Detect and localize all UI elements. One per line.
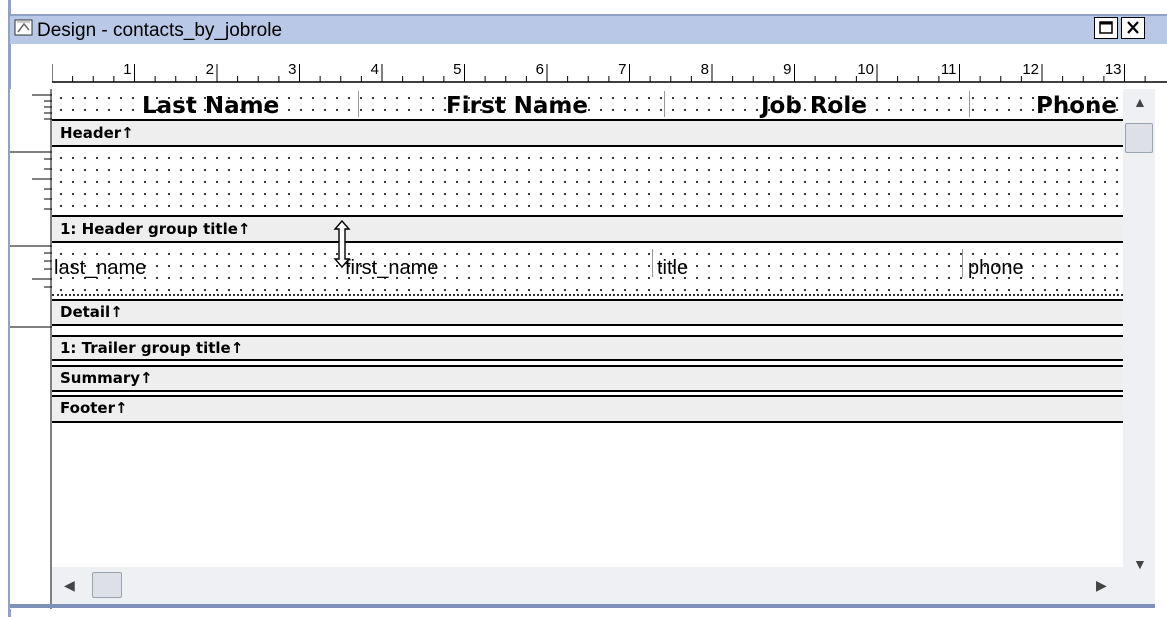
field-last-name[interactable]: last_name (54, 257, 146, 280)
vertical-ruler (10, 89, 52, 609)
ruler-number: 12 (1022, 61, 1039, 78)
detail-band-bar[interactable]: Detail↑ (52, 299, 1123, 326)
footer-band-bar[interactable]: Footer↑ (52, 395, 1123, 423)
field-title[interactable]: title (657, 257, 688, 280)
heading-phone[interactable]: Phone (1036, 93, 1117, 119)
vertical-scrollbar[interactable]: ▲ ▼ (1123, 89, 1155, 604)
vertical-scroll-thumb[interactable] (1125, 123, 1153, 153)
maximize-icon (1099, 21, 1113, 34)
design-canvas[interactable]: Last Name First Name Job Role Phone Head… (52, 89, 1123, 567)
horizontal-ruler: 1 2 3 4 5 6 7 8 9 10 11 12 13 (51, 52, 1167, 89)
header-group-band-bar[interactable]: 1: Header group title↑ (52, 215, 1123, 243)
datawindow-design-icon (14, 18, 34, 38)
window-bottom-edge (10, 604, 1155, 608)
band-label-detail: Detail↑ (60, 303, 123, 321)
scroll-left-arrow-icon[interactable]: ◀ (64, 578, 75, 592)
close-button[interactable] (1121, 17, 1145, 39)
scroll-down-arrow-icon[interactable]: ▼ (1133, 557, 1147, 571)
ruler-number: 7 (618, 61, 626, 78)
ruler-number: 1 (123, 61, 131, 78)
field-first-name[interactable]: first_name (345, 257, 438, 280)
ruler-number: 3 (288, 61, 296, 78)
horizontal-scrollbar[interactable]: ◀ ▶ (52, 567, 1123, 604)
column-divider (969, 91, 970, 117)
ruler-number: 6 (536, 61, 544, 78)
ruler-number: 4 (371, 61, 379, 78)
ruler-number: 2 (206, 61, 214, 78)
band-label-header: Header↑ (60, 124, 134, 142)
vertical-ruler-ticks (10, 89, 52, 609)
field-phone[interactable]: phone (968, 257, 1024, 280)
band-label-footer: Footer↑ (60, 399, 128, 417)
band-label-summary: Summary↑ (60, 369, 153, 387)
heading-job-role[interactable]: Job Role (761, 93, 867, 119)
scroll-up-arrow-icon[interactable]: ▲ (1133, 95, 1147, 109)
column-divider (358, 91, 359, 117)
heading-first-name[interactable]: First Name (446, 93, 588, 119)
ruler-number: 9 (783, 61, 791, 78)
maximize-button[interactable] (1094, 17, 1118, 39)
ruler-number: 8 (701, 61, 709, 78)
summary-band-bar[interactable]: Summary↑ (52, 365, 1123, 392)
trailer-group-band-bar[interactable]: 1: Trailer group title↑ (52, 335, 1123, 361)
detail-baseline (52, 294, 1123, 296)
design-window: Design - contacts_by_jobrole 1 2 3 4 5 6 7 8 9 10… (0, 0, 1167, 617)
ruler-number: 13 (1105, 61, 1122, 78)
column-divider (664, 91, 665, 117)
header-band-bar[interactable]: Header↑ (52, 119, 1123, 147)
heading-last-name[interactable]: Last Name (142, 93, 279, 119)
ruler-number: 11 (941, 61, 957, 78)
band-label-header-group: 1: Header group title↑ (60, 220, 251, 238)
close-icon (1127, 21, 1139, 34)
ruler-number: 5 (453, 61, 461, 78)
ruler-ticks: 1 2 3 4 5 6 7 8 9 10 11 12 13 (51, 61, 1167, 83)
column-divider (962, 249, 963, 277)
ruler-number: 10 (857, 61, 874, 78)
column-divider (652, 249, 653, 277)
horizontal-scroll-thumb[interactable] (92, 572, 122, 598)
window-title: Design - contacts_by_jobrole (37, 20, 283, 41)
band-label-trailer-group: 1: Trailer group title↑ (60, 339, 244, 357)
header-group-dot-grid (52, 149, 1123, 215)
scroll-right-arrow-icon[interactable]: ▶ (1096, 578, 1107, 592)
